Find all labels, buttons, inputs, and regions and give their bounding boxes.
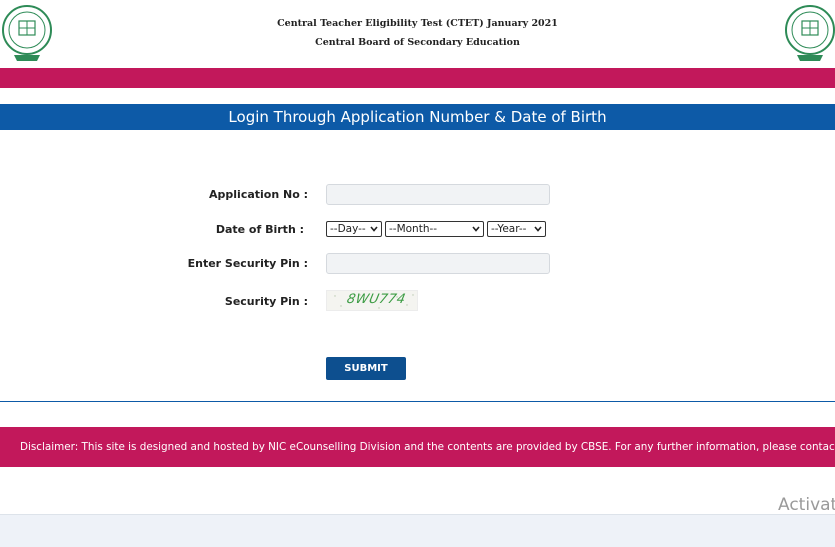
security-pin-captcha: 8WU774 <box>326 290 418 311</box>
dob-year-select[interactable]: --Year-- <box>487 221 546 237</box>
header-title: Central Teacher Eligibility Test (CTET) … <box>277 18 558 29</box>
submit-button[interactable]: SUBMIT <box>326 357 406 380</box>
header-subtitle: Central Board of Secondary Education <box>315 37 520 48</box>
dob-day-value: --Day-- <box>330 223 366 235</box>
captcha-text: 8WU774 <box>345 292 408 307</box>
dob-month-select[interactable]: --Month-- <box>385 221 484 237</box>
security-pin-input[interactable] <box>326 253 550 274</box>
chevron-down-icon <box>534 226 542 232</box>
application-no-input[interactable] <box>326 184 550 205</box>
bottom-strip <box>0 514 835 547</box>
header-band <box>0 68 835 88</box>
form-divider <box>0 401 835 402</box>
activate-windows-watermark: Activat <box>778 495 835 515</box>
enter-security-pin-label: Enter Security Pin : <box>187 257 308 270</box>
security-pin-label: Security Pin : <box>224 295 308 308</box>
page-header: Central Teacher Eligibility Test (CTET) … <box>0 0 835 68</box>
login-heading: Login Through Application Number & Date … <box>0 104 835 130</box>
cbse-logo-right-icon <box>785 5 835 61</box>
dob-year-value: --Year-- <box>491 223 527 235</box>
dob-month-value: --Month-- <box>389 223 438 235</box>
cbse-logo-left-icon <box>2 5 52 61</box>
chevron-down-icon <box>370 226 378 232</box>
dob-day-select[interactable]: --Day-- <box>326 221 382 237</box>
date-of-birth-label: Date of Birth : <box>215 223 304 236</box>
application-no-label: Application No : <box>209 188 308 201</box>
disclaimer-band: Disclaimer: This site is designed and ho… <box>0 427 835 467</box>
chevron-down-icon <box>472 226 480 232</box>
